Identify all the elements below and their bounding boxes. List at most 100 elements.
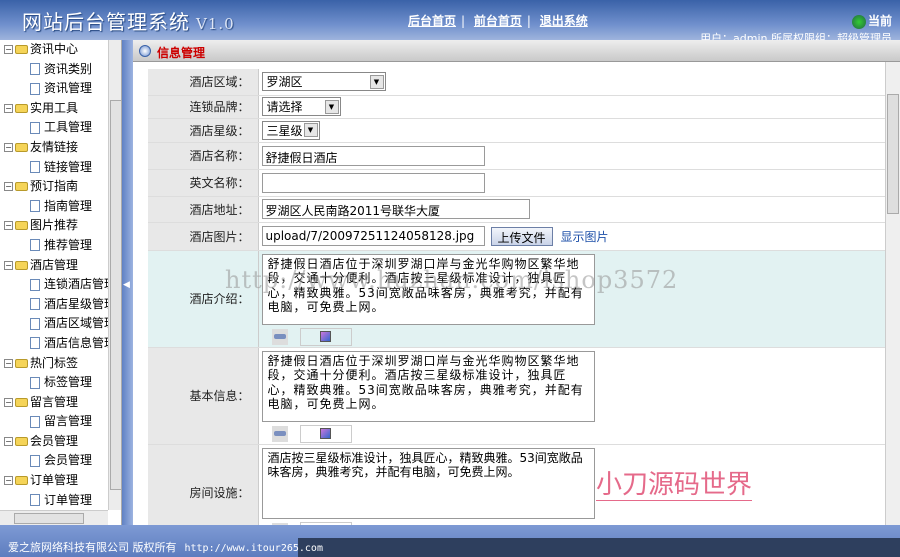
app-version: V1.0 <box>196 15 235 33</box>
watermark: http://www.huzhan.com/ishop3572 <box>225 266 679 294</box>
sidebar-group[interactable]: − 友情链接 <box>4 138 108 158</box>
rooms-textarea[interactable]: 酒店按三星级标准设计，独具匠心，精致典雅。53间宽敞品味客房，典雅考究，并配有电… <box>261 447 595 519</box>
sidebar-item-label: 会员管理 <box>44 453 93 468</box>
sidebar-group[interactable]: − 订单管理 <box>4 471 108 491</box>
hotel-name-input[interactable]: 舒捷假日酒店 <box>261 145 485 166</box>
sidebar-item-label: 指南管理 <box>44 198 93 213</box>
english-name-input[interactable] <box>261 172 485 193</box>
sidebar-group-label: 订单管理 <box>30 473 79 488</box>
sidebar-item[interactable]: 资讯类别 <box>4 60 108 80</box>
sidebar-item[interactable]: 连锁酒店管理 <box>4 275 108 295</box>
collapse-icon[interactable]: − <box>4 103 13 113</box>
star-select[interactable]: 三星级 ▼ <box>261 120 320 140</box>
collapse-arrow-icon[interactable]: ◀ <box>123 280 130 290</box>
folder-icon <box>15 397 28 407</box>
sidebar-group-label: 留言管理 <box>30 394 79 409</box>
collapse-icon[interactable]: − <box>4 436 13 446</box>
collapse-icon[interactable]: − <box>4 476 13 486</box>
folder-icon <box>15 182 28 192</box>
intro-label: 酒店介绍： <box>148 250 259 348</box>
shrink-editor-icon[interactable] <box>271 425 288 442</box>
sidebar-item[interactable]: 会员管理 <box>4 451 108 471</box>
page-icon <box>30 161 40 174</box>
page-icon <box>30 494 40 507</box>
sidebar-group[interactable]: − 资讯中心 <box>4 40 108 60</box>
page-icon <box>30 317 40 330</box>
insert-image-icon[interactable] <box>299 327 352 346</box>
collapse-icon[interactable]: − <box>4 182 13 192</box>
collapse-icon[interactable]: − <box>4 358 13 368</box>
upload-file-button[interactable]: 上传文件 <box>490 226 553 246</box>
sidebar-item-label: 标签管理 <box>44 375 93 390</box>
chevron-down-icon: ▼ <box>324 99 339 114</box>
basic-info-textarea[interactable]: 舒捷假日酒店位于深圳罗湖口岸与金光华购物区繁华地段，交通十分便利。酒店按三星级标… <box>261 350 595 422</box>
sidebar-item[interactable]: 酒店区域管理 <box>4 314 108 334</box>
page-icon <box>30 415 40 428</box>
current-label: 当前 <box>868 14 893 28</box>
sidebar-item[interactable]: 指南管理 <box>4 197 108 217</box>
nav-front-home[interactable]: 前台首页 <box>474 14 522 28</box>
app-title: 网站后台管理系统 V1.0 <box>22 6 235 35</box>
sidebar-group[interactable]: − 热门标签 <box>4 354 108 374</box>
sidebar-splitter[interactable]: ◀ <box>122 40 133 525</box>
en-name-label: 英文名称： <box>148 169 259 197</box>
sidebar-item[interactable]: 资讯管理 <box>4 79 108 99</box>
brand-select[interactable]: 请选择 ▼ <box>261 97 341 116</box>
footer: 爱之旅网络科技有限公司 版权所有 http://www.itour265.com <box>0 525 900 557</box>
sidebar-group[interactable]: − 预订指南 <box>4 177 108 197</box>
collapse-icon[interactable]: − <box>4 221 13 231</box>
star-value: 三星级 <box>266 123 303 138</box>
folder-icon <box>15 436 28 446</box>
sidebar-item[interactable]: 链接管理 <box>4 158 108 178</box>
sidebar-group-label: 资讯中心 <box>30 42 79 56</box>
page-icon <box>30 200 40 213</box>
collapse-icon[interactable]: − <box>4 45 13 54</box>
sidebar-item-label: 推荐管理 <box>44 237 93 252</box>
sidebar-item[interactable]: 订单管理 <box>4 491 108 511</box>
sidebar-item[interactable]: 推荐管理 <box>4 236 108 256</box>
address-input[interactable]: 罗湖区人民南路2011号联华大厦 <box>261 199 530 219</box>
chevron-down-icon: ▼ <box>369 74 384 89</box>
sidebar-group-label: 友情链接 <box>30 139 79 154</box>
sidebar-group[interactable]: − 会员管理 <box>4 432 108 452</box>
sidebar-group[interactable]: − 酒店管理 <box>4 256 108 276</box>
footer-copyright: 爱之旅网络科技有限公司 版权所有 <box>8 541 177 554</box>
nav-admin-home[interactable]: 后台首页 <box>408 14 456 28</box>
user-info: 用户：admin 所属权限组：超级管理员 <box>700 32 892 40</box>
rooms-label: 房间设施： <box>148 444 259 525</box>
page-icon <box>30 454 40 467</box>
show-image-link[interactable]: 显示图片 <box>561 230 609 244</box>
sidebar-group-label: 实用工具 <box>30 100 79 115</box>
name-label: 酒店名称： <box>148 142 259 170</box>
insert-image-icon[interactable] <box>299 424 352 443</box>
sidebar-item-label: 订单管理 <box>44 492 93 507</box>
collapse-icon[interactable]: − <box>4 260 13 270</box>
header: 网站后台管理系统 V1.0 后台首页 | 前台首页 | 退出系统 当前 用户：admi… <box>0 0 900 40</box>
hotel-form: 酒店区域： 罗湖区 ▼ 连锁品牌： 请选择 ▼ 酒店星级： 三星级 ▼ 酒店名称： 舒… <box>148 69 885 525</box>
sidebar-item-label: 资讯类别 <box>44 61 93 76</box>
region-value: 罗湖区 <box>266 75 303 90</box>
sidebar-vertical-scrollbar[interactable] <box>108 40 121 510</box>
sidebar-group[interactable]: − 实用工具 <box>4 99 108 119</box>
sidebar-group-label: 会员管理 <box>30 433 79 448</box>
sidebar-item[interactable]: 酒店星级管理 <box>4 295 108 315</box>
page-icon <box>30 121 40 134</box>
collapse-icon[interactable]: − <box>4 397 13 407</box>
sidebar-item[interactable]: 留言管理 <box>4 412 108 432</box>
sidebar-item[interactable]: 工具管理 <box>4 118 108 138</box>
collapse-icon[interactable]: − <box>4 142 13 152</box>
sidebar-item[interactable]: 酒店信息管理 <box>4 334 108 354</box>
region-select[interactable]: 罗湖区 ▼ <box>261 72 386 92</box>
folder-icon <box>15 358 28 368</box>
page-icon <box>30 82 40 95</box>
panel-title: 信息管理 <box>157 46 206 60</box>
sidebar-item[interactable]: 标签管理 <box>4 373 108 393</box>
app-title-text: 网站后台管理系统 <box>22 10 190 34</box>
main-vertical-scrollbar[interactable] <box>885 62 900 525</box>
sidebar-group[interactable]: − 留言管理 <box>4 393 108 413</box>
shrink-editor-icon[interactable] <box>271 328 288 345</box>
sidebar-horizontal-scrollbar[interactable] <box>0 510 108 525</box>
nav-logout[interactable]: 退出系统 <box>540 14 588 28</box>
sidebar-group[interactable]: − 图片推荐 <box>4 216 108 236</box>
image-path-input[interactable]: upload/7/20097251124058128.jpg <box>261 226 485 246</box>
